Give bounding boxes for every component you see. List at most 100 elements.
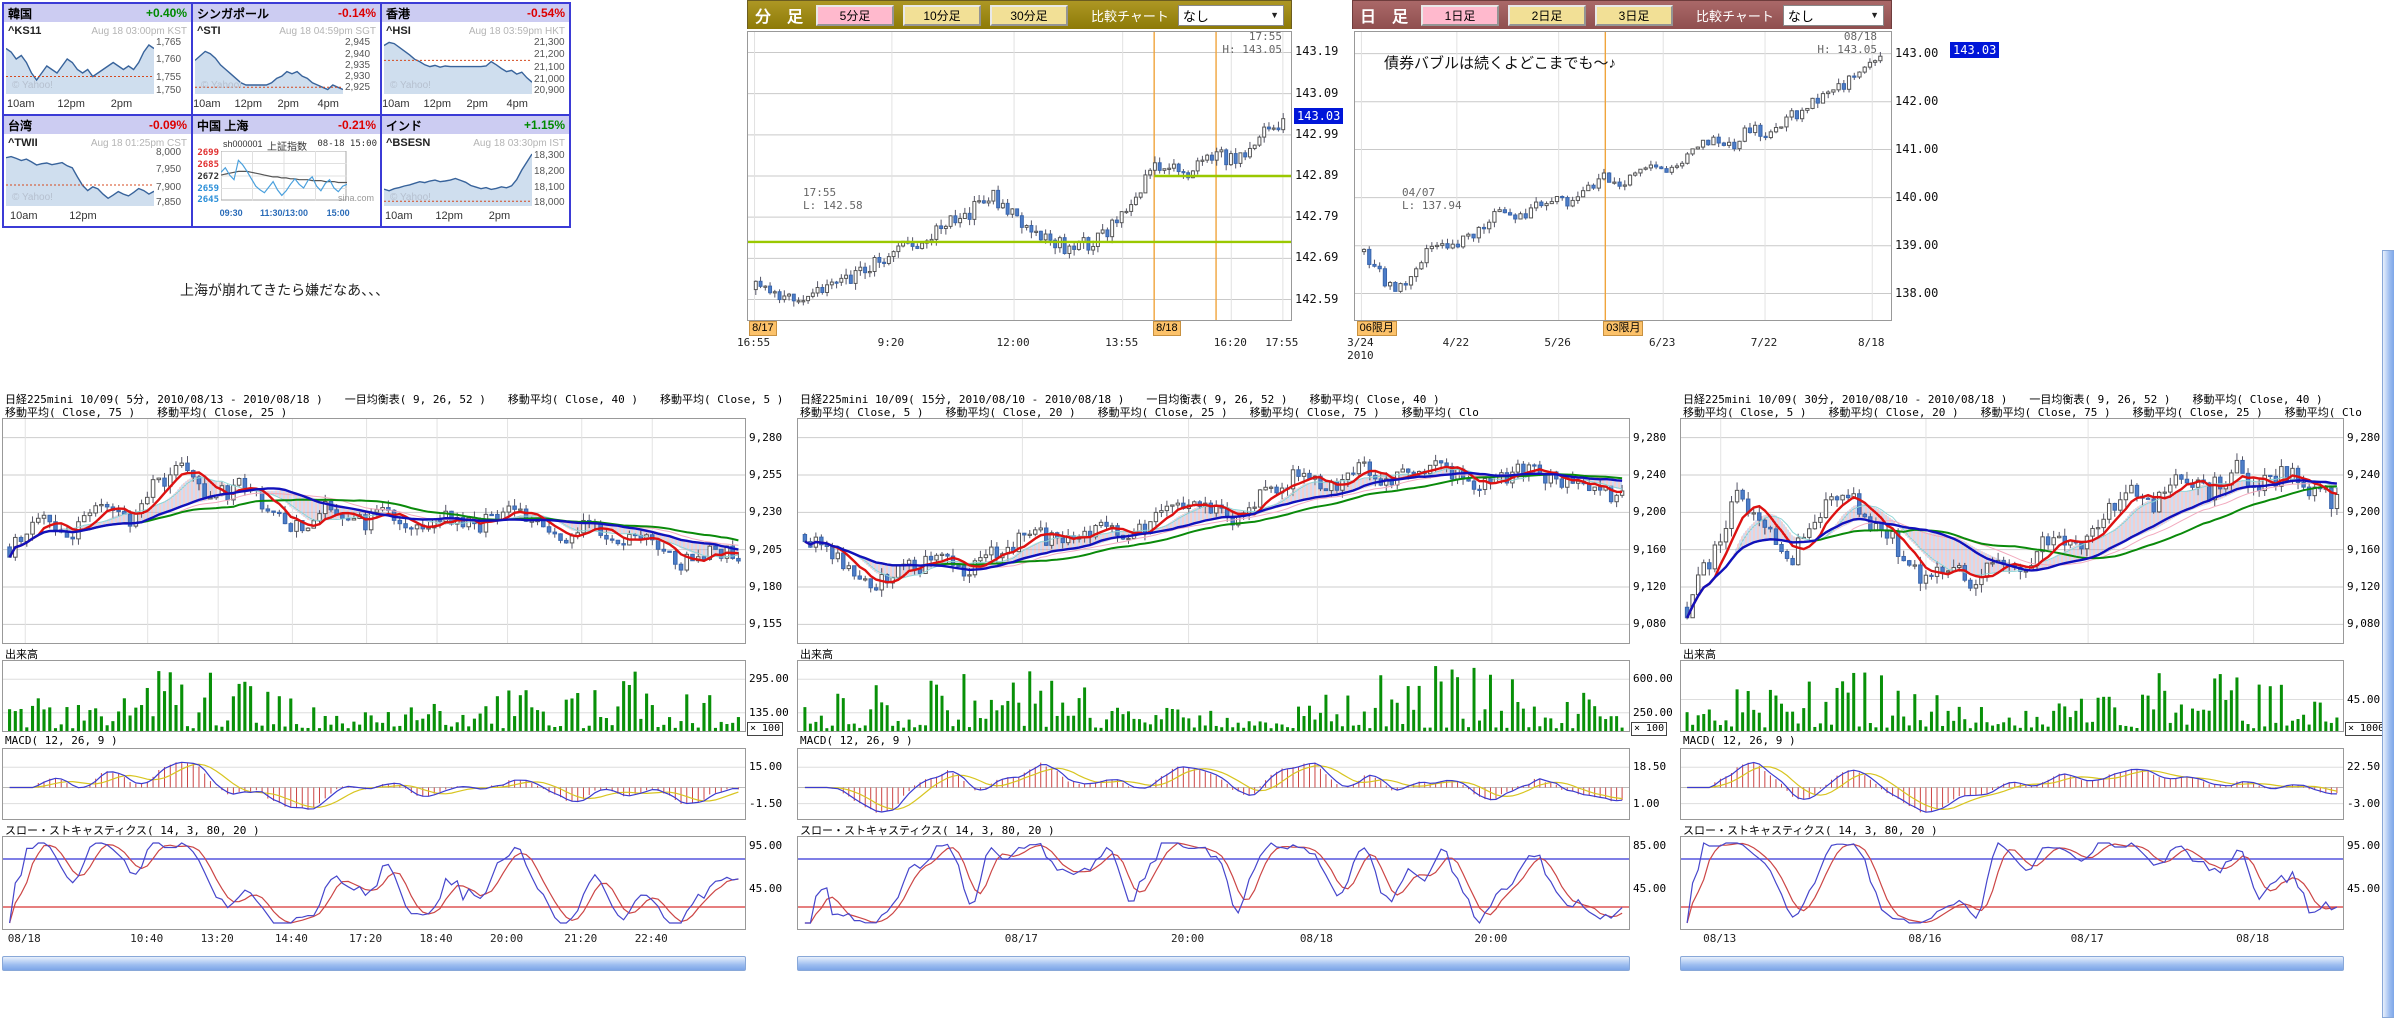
session-label: 8/18 [1153, 321, 1180, 336]
low-date: 04/07 [1402, 186, 1462, 199]
low-time: 17:55 [803, 186, 863, 199]
tab-1day[interactable]: 1日足 [1421, 5, 1499, 26]
market-cell-shanghai: 中国 上海 -0.21% sh000001 上証指数 08-18 15:00 s… [193, 116, 380, 226]
axis-tick-label: 15:00 [327, 208, 350, 218]
axis-tick-label: 22.50 [2347, 760, 2380, 773]
market-change: -0.54% [527, 6, 565, 20]
axis-tick-label: 08/17 [1005, 932, 1038, 945]
axis-tick-label: 9,200 [2347, 505, 2380, 518]
axis-tick-label: 18,200 [534, 166, 568, 177]
market-change: -0.14% [338, 6, 376, 20]
market-cell-taiwan: 台湾 -0.09% ^TWII Aug 18 01:25pm CST © Yah… [4, 116, 191, 226]
axis-tick-label: 9,120 [1633, 580, 1666, 593]
yahoo-copyright: © Yahoo! [390, 192, 431, 203]
axis-tick-label: 9,240 [1633, 468, 1666, 481]
axis-tick-label: 15.00 [749, 760, 782, 773]
chevron-down-icon: ▼ [1270, 10, 1279, 20]
market-symbol: ^BSESN [386, 137, 430, 149]
compare-chart-select[interactable]: なし ▼ [1783, 5, 1884, 26]
yahoo-copyright: © Yahoo! [390, 80, 431, 91]
axis-tick-label: 2685 [194, 160, 219, 170]
market-header: 韓国 +0.40% [4, 4, 191, 22]
trading-dashboard: 韓国 +0.40% ^KS11 Aug 18 03:00pm KST © Yah… [0, 0, 2394, 1020]
price-panel [797, 418, 1630, 644]
market-symbol: sh000001 [223, 139, 263, 149]
axis-tick-label: 600.00 [1633, 672, 1673, 685]
tab-5min[interactable]: 5分足 [816, 5, 894, 26]
axis-tick-label: 8,000 [156, 147, 190, 158]
market-header: インド +1.15% [382, 116, 569, 134]
axis-tick-label: 18,000 [534, 197, 568, 208]
low-annotation: 04/07 L: 137.94 [1402, 186, 1462, 212]
current-price-tag: 143.03 [1950, 42, 1999, 58]
axis-tick-label: 08/18 [8, 932, 41, 945]
axis-tick-label: 20:00 [490, 932, 523, 945]
stochastics-panel [2, 836, 746, 930]
market-timestamp: 08-18 15:00 [317, 139, 377, 149]
axis-tick-label: 4pm [506, 98, 527, 110]
axis-tick-label: 21,000 [534, 74, 568, 85]
macd-panel [1680, 748, 2344, 820]
axis-tick-label: 16:20 [1214, 336, 1247, 349]
axis-tick-label: 138.00 [1895, 286, 1938, 300]
axis-tick-label: 12pm [424, 98, 452, 110]
macd-label: MACD( 12, 26, 9 ) [1683, 734, 1796, 747]
axis-tick-label: 08/18 [1300, 932, 1333, 945]
axis-tick-label: 17:55 [1265, 336, 1298, 349]
axis-tick-label: 2699 [194, 148, 219, 158]
axis-tick-label: 9,160 [1633, 543, 1666, 556]
axis-tick-label: 13:55 [1105, 336, 1138, 349]
tab-2day[interactable]: 2日足 [1508, 5, 1586, 26]
horizontal-scrollbar[interactable] [797, 956, 1630, 971]
axis-tick-label: 142.00 [1895, 94, 1938, 108]
axis-tick-label: 9,240 [2347, 468, 2380, 481]
market-cell-india: インド +1.15% ^BSESN Aug 18 03:30pm IST © Y… [382, 116, 569, 226]
low-value: L: 142.58 [803, 199, 863, 212]
daily-chart-header: 日 足 1日足 2日足 3日足 比較チャート なし ▼ [1352, 0, 1892, 29]
high-date: 08/18 [1772, 30, 1877, 43]
axis-tick-label: 14:40 [275, 932, 308, 945]
market-symbol: ^TWII [8, 137, 38, 149]
minute-chart-header: 分 足 5分足 10分足 30分足 比較チャート なし ▼ [747, 0, 1292, 29]
market-header: 香港 -0.54% [382, 4, 569, 22]
axis-tick-label: 08/17 [2071, 932, 2104, 945]
market-header: 中国 上海 -0.21% [193, 116, 380, 134]
vertical-scrollbar[interactable] [2382, 250, 2394, 1018]
tab-3day[interactable]: 3日足 [1595, 5, 1673, 26]
panel-title: 日 足 [1360, 3, 1408, 27]
volume-panel [1680, 660, 2344, 732]
macd-label: MACD( 12, 26, 9 ) [800, 734, 913, 747]
axis-tick-label: 142.79 [1295, 209, 1338, 223]
axis-tick-label: 12pm [435, 210, 463, 222]
axis-tick-label: 45.00 [2347, 882, 2380, 895]
axis-tick-label: 95.00 [2347, 839, 2380, 852]
axis-tick-label: 45.00 [749, 882, 782, 895]
axis-tick-label: 3/24 [1347, 336, 1374, 349]
tech-chart-30min: 日経225mini 10/09( 30分, 2010/08/10 - 2010/… [1680, 390, 2394, 990]
market-header: 台湾 -0.09% [4, 116, 191, 134]
axis-tick-label: 10am [385, 210, 413, 222]
market-timestamp: Aug 18 04:59pm SGT [279, 26, 376, 37]
yahoo-copyright: © Yahoo! [201, 80, 242, 91]
axis-tick-label: 12pm [69, 210, 97, 222]
horizontal-scrollbar[interactable] [1680, 956, 2344, 971]
price-panel [1680, 418, 2344, 644]
axis-tick-label: 143.19 [1295, 44, 1338, 58]
axis-tick-label: 143.09 [1295, 86, 1338, 100]
axis-tick-label: 6/23 [1649, 336, 1676, 349]
compare-chart-select[interactable]: なし ▼ [1178, 5, 1284, 26]
tab-30min[interactable]: 30分足 [990, 5, 1068, 26]
market-change: +0.40% [146, 6, 187, 20]
axis-tick-label: 16:55 [737, 336, 770, 349]
macd-label: MACD( 12, 26, 9 ) [5, 734, 118, 747]
market-name: シンガポール [197, 5, 269, 22]
axis-tick-label: 11:30/13:00 [260, 208, 308, 218]
axis-tick-label: 2pm [467, 98, 488, 110]
horizontal-scrollbar[interactable] [2, 956, 746, 971]
axis-tick-label: 1,750 [156, 85, 190, 96]
tab-10min[interactable]: 10分足 [903, 5, 981, 26]
axis-tick-label: 10am [7, 98, 35, 110]
market-name: インド [386, 117, 422, 134]
axis-tick-label: 08/13 [1703, 932, 1736, 945]
chart-comment: 債券バブルは続くよどこまでも〜♪ [1384, 52, 1616, 73]
